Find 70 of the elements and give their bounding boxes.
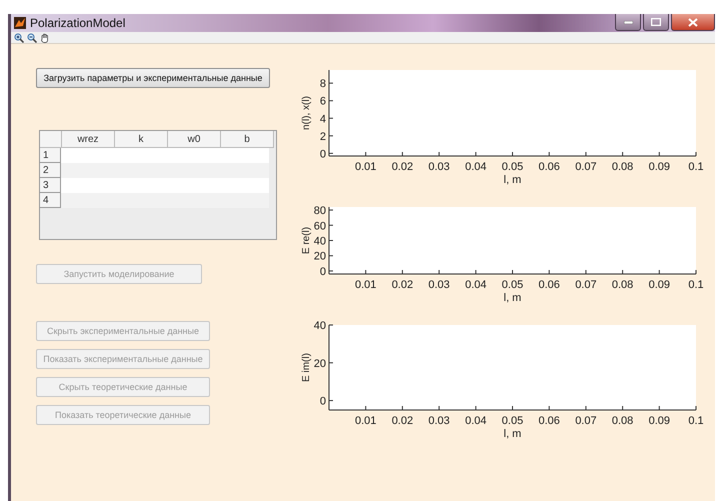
column-header[interactable]: wrez [62, 131, 115, 148]
load-button[interactable]: Загрузить параметры и экспериментальные данные [36, 68, 270, 88]
tick-label: 0.1 [688, 161, 704, 173]
zoom-out-icon[interactable] [27, 32, 37, 42]
tick-label: 0.08 [612, 415, 634, 427]
tick-label: 0.07 [575, 415, 597, 427]
tick-label: 0.09 [648, 279, 670, 291]
row-header[interactable]: 2 [40, 163, 61, 178]
row-header[interactable]: 4 [40, 193, 61, 208]
tick-label: 20 [314, 358, 326, 370]
tick-label: 0.08 [612, 161, 634, 173]
x-axis-label: l, m [504, 428, 522, 440]
tick-label: 0.05 [502, 279, 524, 291]
tick-label: 60 [314, 220, 326, 232]
tick-label: 6 [320, 96, 326, 108]
column-header[interactable]: w0 [168, 131, 221, 148]
column-header[interactable]: k [115, 131, 168, 148]
tick-label: 0.02 [392, 161, 414, 173]
x-axis-label: l, m [504, 292, 522, 304]
tick-label: 0.07 [575, 161, 597, 173]
tick-label: 0.06 [538, 415, 560, 427]
tick-label: 0.1 [688, 279, 704, 291]
tick-label: 80 [314, 205, 326, 218]
tick-label: 0.06 [538, 279, 560, 291]
row-header[interactable]: 3 [40, 178, 61, 193]
y-axis-label: E re(l) [301, 226, 312, 254]
tick-label: 0.02 [392, 279, 414, 291]
minimize-icon [624, 20, 632, 24]
app-icon [14, 17, 26, 29]
hand-icon[interactable] [40, 32, 50, 42]
tick-label: 0 [320, 148, 326, 160]
tick-label: 0 [320, 266, 326, 278]
tick-label: 0.01 [355, 161, 376, 173]
tick-label: 0.02 [392, 415, 414, 427]
tick-label: 0.1 [688, 415, 704, 427]
maximize-icon [651, 18, 661, 26]
zoom-in-icon[interactable] [14, 32, 24, 42]
x-axis-label: l, m [504, 174, 522, 186]
y-axis-label: E im(l) [301, 353, 312, 382]
y-axis-label: n(l), x(l) [301, 96, 312, 130]
tick-label: 2 [320, 130, 326, 143]
tick-label: 0.08 [612, 279, 634, 291]
close-button[interactable] [671, 14, 715, 31]
tick-label: 0.03 [428, 279, 450, 291]
tick-label: 0.06 [538, 161, 560, 173]
tick-label: 0.03 [428, 415, 450, 427]
tick-label: 0.09 [648, 161, 670, 173]
window-title: PolarizationModel [30, 16, 126, 30]
tick-label: 0.09 [648, 415, 670, 427]
tick-label: 0.04 [465, 415, 486, 427]
tick-label: 0.07 [575, 279, 597, 291]
close-icon [688, 18, 698, 26]
tick-label: 8 [320, 78, 326, 90]
tick-label: 0.04 [465, 161, 486, 173]
row-header[interactable]: 1 [40, 148, 61, 163]
tick-label: 0.05 [502, 415, 524, 427]
tick-label: 0.04 [465, 279, 486, 291]
tick-label: 40 [314, 320, 326, 332]
tick-label: 0 [320, 396, 326, 408]
tick-label: 20 [314, 250, 326, 263]
minimize-button[interactable] [615, 14, 641, 31]
tick-label: 0.01 [355, 279, 376, 291]
tick-label: 0.01 [355, 415, 376, 427]
tick-label: 0.05 [502, 161, 524, 173]
tick-label: 0.03 [428, 161, 450, 173]
tick-label: 4 [320, 113, 326, 126]
column-header[interactable]: b [221, 131, 274, 148]
maximize-button[interactable] [643, 14, 669, 31]
tick-label: 40 [314, 236, 326, 248]
y-axis [328, 206, 334, 274]
